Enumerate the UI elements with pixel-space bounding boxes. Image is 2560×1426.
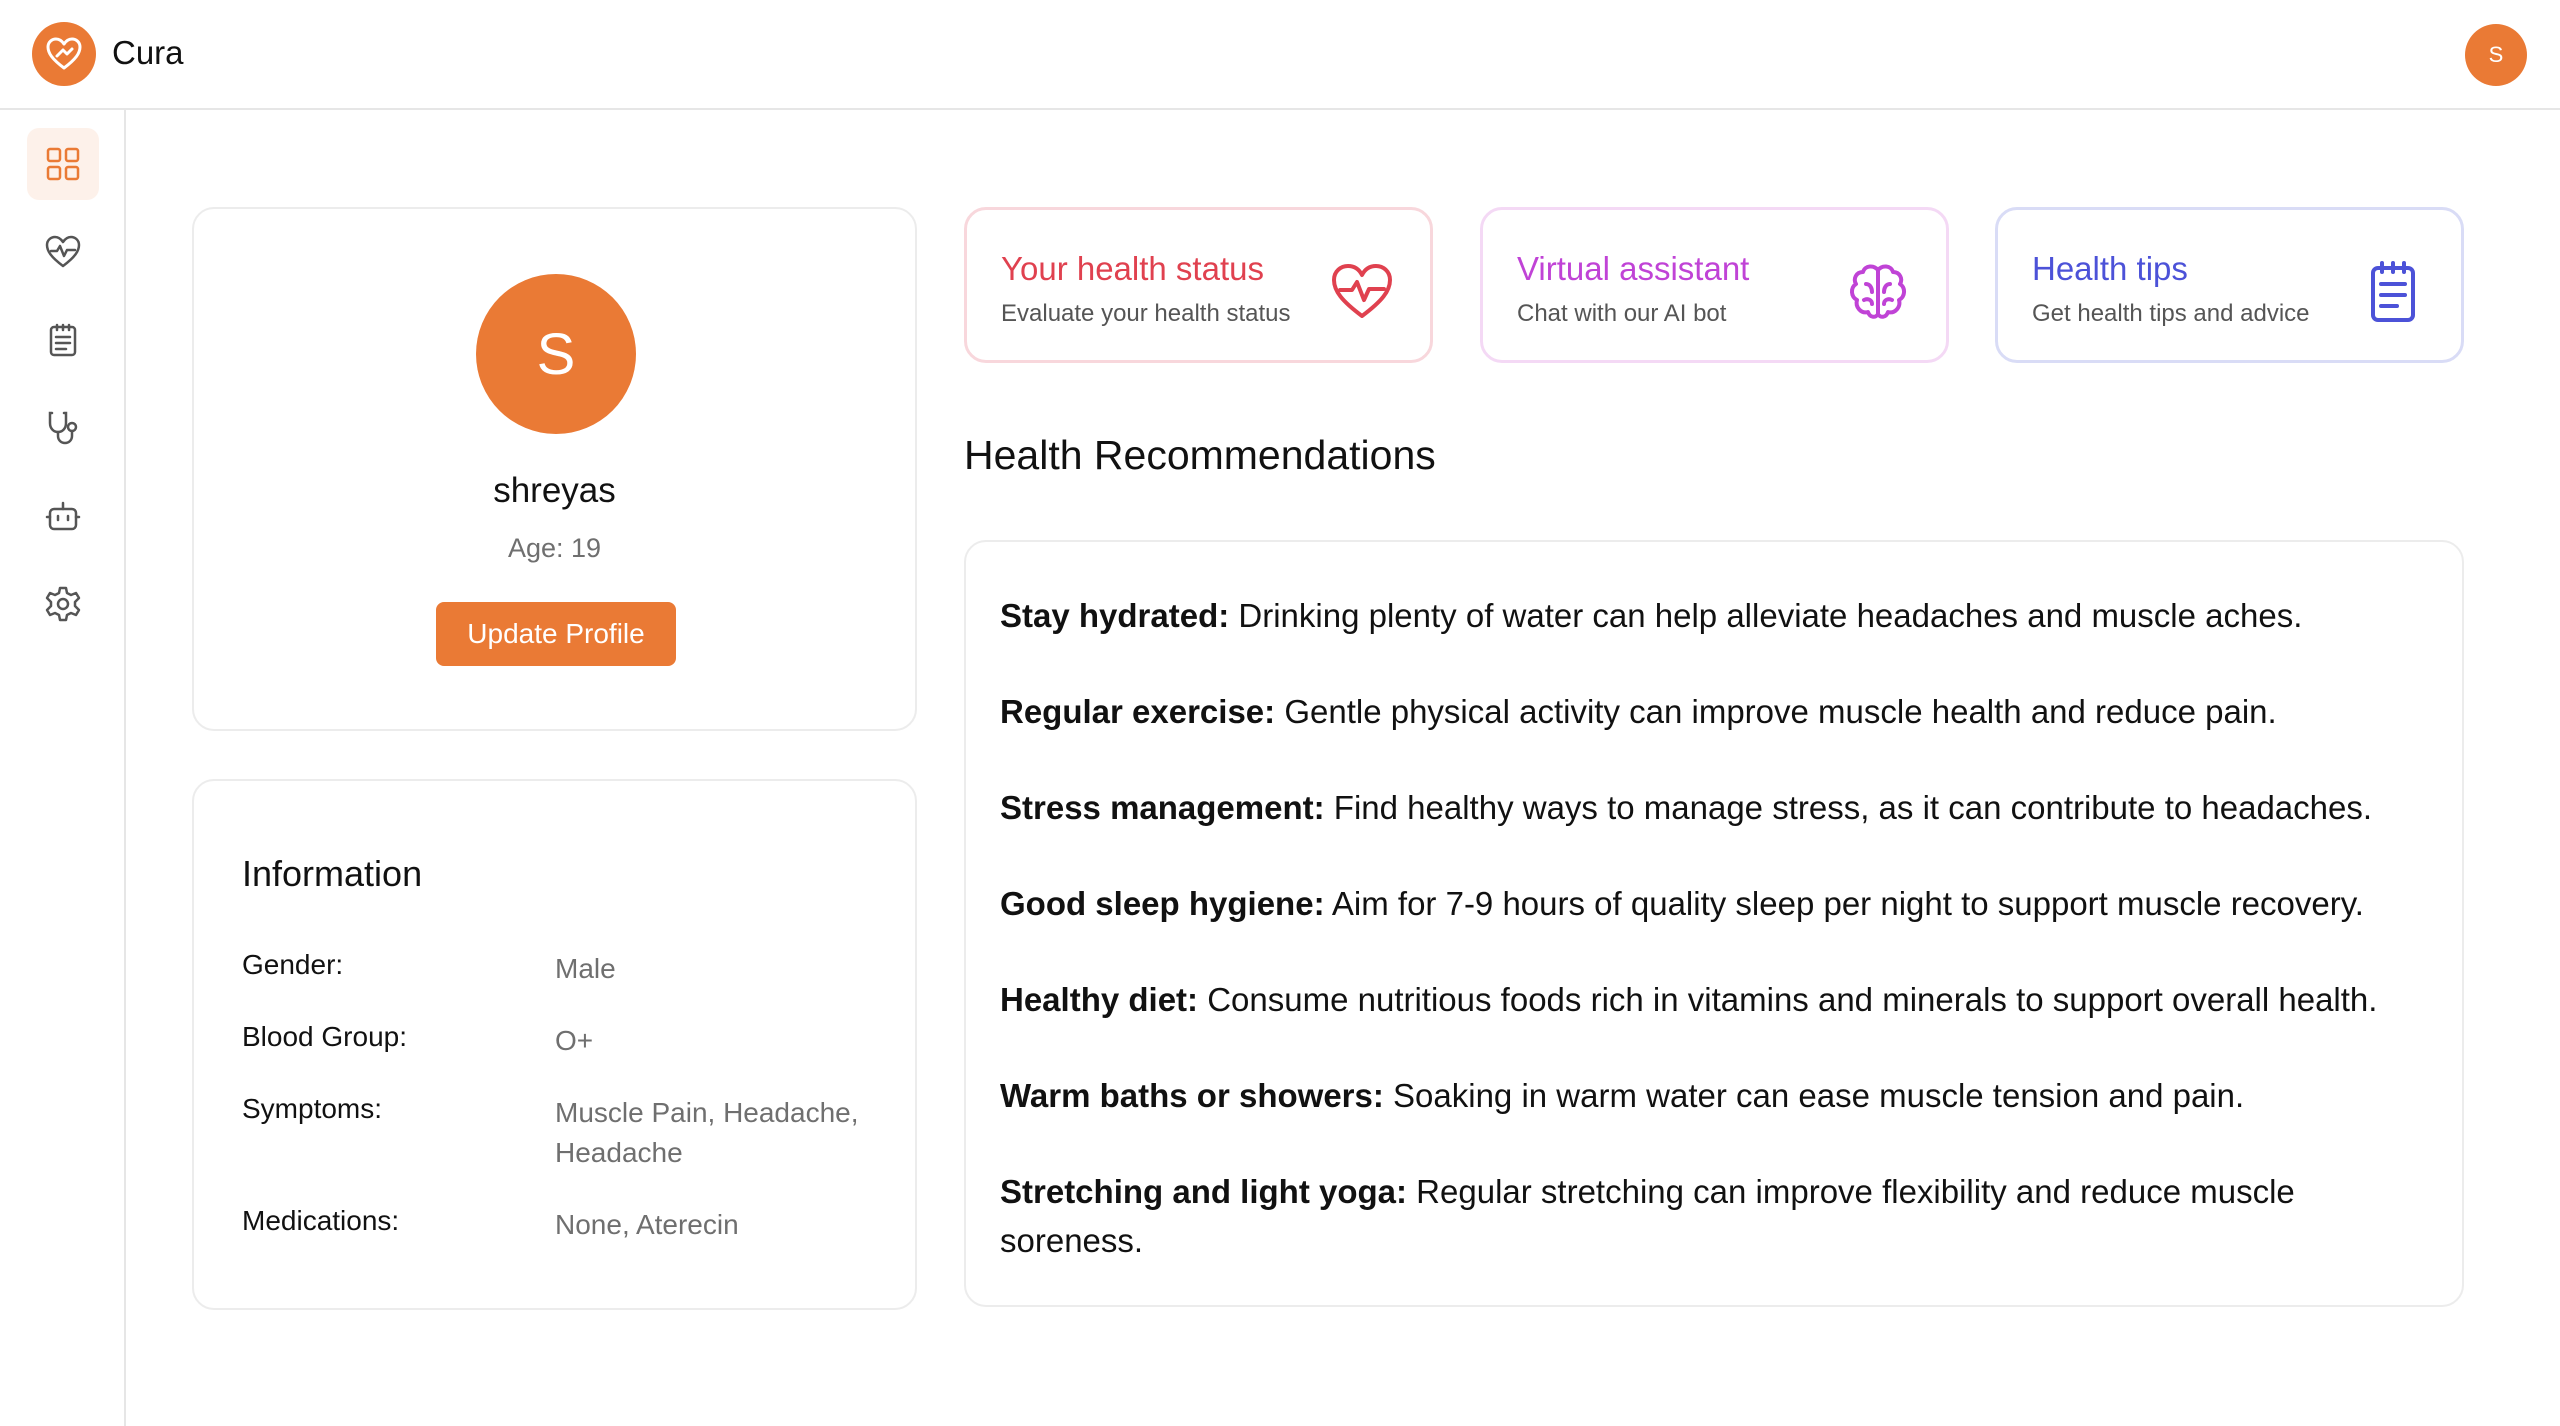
sidebar-item-dashboard[interactable] — [27, 128, 99, 200]
info-row-medications: Medications: None, Aterecin — [242, 1205, 882, 1245]
information-card: Information Gender: Male Blood Group: O+… — [192, 779, 917, 1310]
recommendations-card: Stay hydrated: Drinking plenty of water … — [964, 540, 2464, 1307]
info-label: Medications: — [242, 1205, 400, 1236]
recommendation-heading: Regular exercise: — [1000, 693, 1276, 730]
recommendation-item: Stretching and light yoga: Regular stret… — [1000, 1167, 2430, 1265]
recommendation-item: Stress management: Find healthy ways to … — [1000, 783, 2430, 832]
health-status-card[interactable]: Your health status Evaluate your health … — [964, 207, 1433, 363]
recommendation-text: Drinking plenty of water can help allevi… — [1229, 597, 2303, 634]
gear-icon — [45, 586, 81, 622]
heart-pulse-icon — [45, 235, 81, 268]
recommendation-text: Find healthy ways to manage stress, as i… — [1324, 789, 2373, 826]
info-label: Blood Group: — [242, 1021, 407, 1052]
recommendation-heading: Healthy diet: — [1000, 981, 1199, 1018]
info-row-gender: Gender: Male — [242, 949, 882, 989]
sidebar — [0, 110, 126, 1426]
sidebar-item-health-tips[interactable] — [27, 304, 99, 376]
feature-title: Your health status — [1001, 250, 1264, 287]
user-avatar[interactable]: S — [2465, 24, 2527, 86]
clipboard-icon — [49, 323, 77, 357]
recommendation-text: Consume nutritious foods rich in vitamin… — [1198, 981, 2378, 1018]
recommendation-item: Regular exercise: Gentle physical activi… — [1000, 687, 2430, 736]
recommendation-item: Healthy diet: Consume nutritious foods r… — [1000, 975, 2430, 1024]
feature-title: Health tips — [2032, 250, 2188, 287]
brain-icon — [1850, 264, 1906, 319]
info-label: Symptoms: — [242, 1093, 383, 1124]
top-bar: Cura S — [0, 0, 2560, 110]
cura-logo-icon[interactable] — [32, 22, 96, 86]
recommendation-heading: Stretching and light yoga: — [1000, 1173, 1408, 1210]
recommendation-heading: Stay hydrated: — [1000, 597, 1230, 634]
virtual-assistant-card[interactable]: Virtual assistant Chat with our AI bot — [1480, 207, 1949, 363]
recommendation-heading: Warm baths or showers: — [1000, 1077, 1384, 1114]
profile-name: shreyas — [493, 471, 616, 510]
feature-subtitle: Get health tips and advice — [2032, 300, 2310, 327]
info-value: Muscle Pain, Headache, Headache — [555, 1097, 859, 1168]
recommendation-item: Warm baths or showers: Soaking in warm w… — [1000, 1071, 2430, 1120]
recommendation-heading: Stress management: — [1000, 789, 1325, 826]
feature-subtitle: Chat with our AI bot — [1517, 300, 1727, 327]
recommendation-text: Aim for 7-9 hours of quality sleep per n… — [1324, 885, 2364, 922]
info-value: O+ — [555, 1025, 594, 1056]
update-profile-button[interactable]: Update Profile — [436, 602, 676, 666]
info-value: Male — [555, 953, 616, 984]
profile-age: Age: 19 — [507, 533, 602, 563]
info-row-symptoms: Symptoms: Muscle Pain, Headache, Headach… — [242, 1093, 882, 1173]
recommendations-title: Health Recommendations — [964, 432, 1436, 478]
profile-avatar: S — [476, 274, 636, 434]
recommendation-item: Good sleep hygiene: Aim for 7-9 hours of… — [1000, 879, 2430, 928]
recommendation-text: Gentle physical activity can improve mus… — [1275, 693, 2277, 730]
feature-title: Virtual assistant — [1517, 250, 1750, 287]
sidebar-item-doctors[interactable] — [27, 392, 99, 464]
info-row-blood-group: Blood Group: O+ — [242, 1021, 882, 1061]
robot-icon — [45, 501, 81, 531]
profile-card: S shreyas Age: 19 Update Profile — [192, 207, 917, 731]
stethoscope-icon — [48, 411, 78, 445]
feature-subtitle: Evaluate your health status — [1001, 300, 1291, 327]
recommendation-item: Stay hydrated: Drinking plenty of water … — [1000, 591, 2430, 640]
recommendation-text: Soaking in warm water can ease muscle te… — [1383, 1077, 2245, 1114]
info-label: Gender: — [242, 949, 344, 980]
grid-icon — [46, 147, 80, 181]
sidebar-item-settings[interactable] — [27, 568, 99, 640]
app-name: Cura — [112, 34, 184, 71]
health-tips-card[interactable]: Health tips Get health tips and advice — [1995, 207, 2464, 363]
heart-pulse-icon — [1332, 264, 1392, 318]
sidebar-item-health-status[interactable] — [27, 216, 99, 288]
recommendation-heading: Good sleep hygiene: — [1000, 885, 1325, 922]
information-title: Information — [242, 853, 423, 894]
info-value: None, Aterecin — [555, 1209, 739, 1240]
sidebar-item-assistant[interactable] — [27, 480, 99, 552]
clipboard-icon — [2371, 261, 2415, 322]
